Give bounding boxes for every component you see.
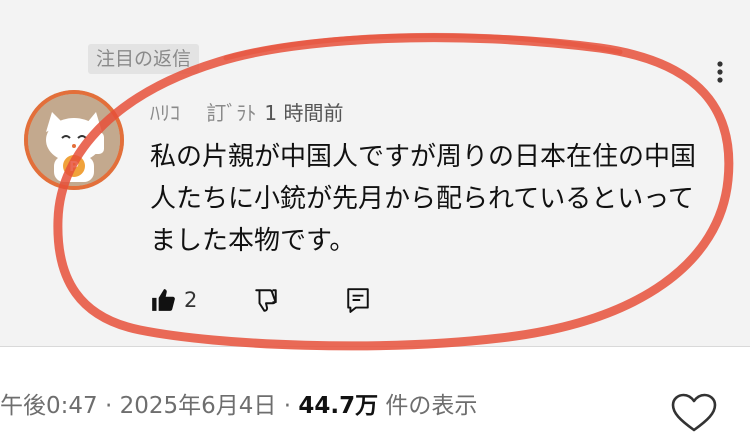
card-divider (0, 346, 750, 347)
heart-icon (671, 393, 717, 432)
like-post-button[interactable] (668, 392, 720, 434)
comment-time: 1 時間前 (264, 101, 344, 125)
like-count: 2 (184, 288, 198, 312)
dislike-button[interactable] (253, 282, 279, 318)
more-vertical-icon (717, 61, 723, 83)
meta-separator: · (104, 393, 113, 419)
comment-author[interactable]: ﾊﾘｺ 訂ﾞﾗﾄ (150, 101, 256, 125)
views-count: 44.7万 (298, 393, 379, 419)
svg-text:P: P (69, 160, 79, 175)
post-time: 午後0:47 (0, 393, 98, 419)
comment-actions: 2 (150, 282, 371, 318)
like-button[interactable]: 2 (150, 282, 197, 318)
reply-button[interactable] (345, 282, 371, 318)
more-options-button[interactable] (706, 58, 734, 86)
reply-icon (347, 288, 370, 313)
pinned-reply-label: 注目の返信 (88, 44, 200, 74)
comment-text: 私の片親が中国人ですが周りの日本在住の中国人たちに小銃が先月から配られているとい… (150, 142, 697, 256)
avatar-cat-icon: P (28, 94, 120, 186)
avatar[interactable]: P (24, 90, 124, 190)
views-label: 件の表示 (385, 393, 478, 419)
post-meta: 午後0:47 · 2025年6月4日 · 44.7万 件の表示 (0, 388, 477, 424)
thumbs-up-icon (152, 289, 175, 311)
post-date[interactable]: 2025年6月4日 (120, 393, 277, 419)
comment-header: ﾊﾘｺ 訂ﾞﾗﾄ 1 時間前 (150, 98, 343, 128)
meta-separator-2: · (283, 393, 292, 419)
thumbs-down-icon (255, 289, 278, 312)
